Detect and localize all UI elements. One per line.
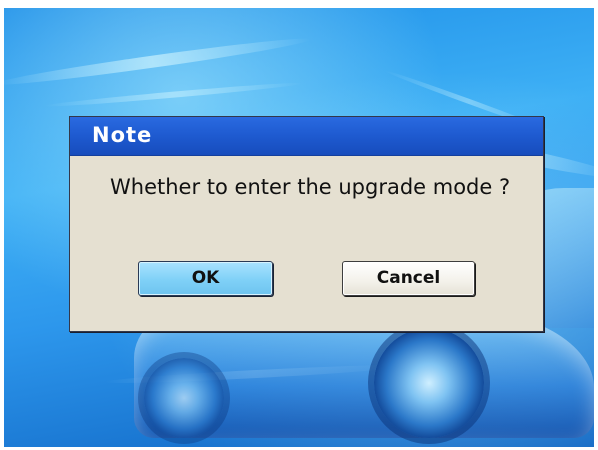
- car-wheel-graphic: [374, 328, 484, 438]
- upgrade-confirm-dialog: Note Whether to enter the upgrade mode ?…: [69, 116, 544, 332]
- dialog-message: Whether to enter the upgrade mode ?: [110, 175, 511, 199]
- light-streak: [4, 33, 312, 90]
- ok-button[interactable]: OK: [138, 261, 273, 296]
- dialog-title: Note: [92, 123, 153, 147]
- light-streak: [43, 80, 304, 109]
- car-wheel-graphic: [144, 358, 224, 438]
- dialog-titlebar: Note: [70, 117, 543, 156]
- cancel-button[interactable]: Cancel: [342, 261, 475, 296]
